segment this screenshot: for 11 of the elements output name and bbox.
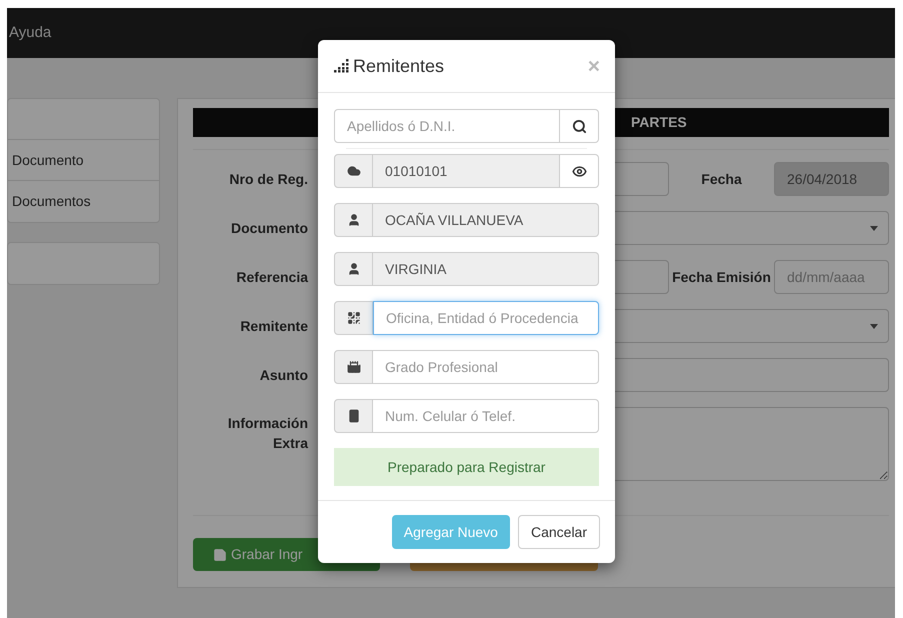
field-label: Referencia [235, 268, 308, 287]
field-label: Asunto [258, 366, 308, 385]
field-label: Remitente [239, 317, 308, 336]
field-label: Fecha Emisión [671, 268, 772, 286]
modal-title: Remitentes [353, 54, 444, 78]
field-label: Documento [230, 219, 308, 238]
field-label: Fecha [700, 170, 743, 188]
status-message: Preparado para Registrar [334, 448, 599, 486]
panel-title: PARTES [631, 113, 687, 132]
field-label: Nro de Reg. [228, 170, 308, 189]
field-label: Información Extra [226, 414, 308, 453]
